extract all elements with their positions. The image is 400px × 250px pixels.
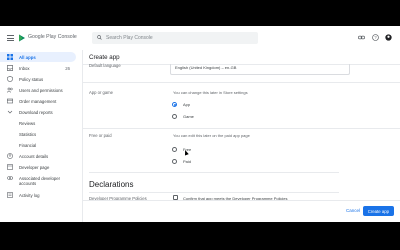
sidebar-item-label: Users and permissions: [19, 87, 63, 93]
sidebar-item-developer-page[interactable]: Developer page: [0, 162, 82, 172]
section-divider: [83, 128, 400, 129]
section-divider: [89, 172, 339, 173]
sidebar-item-inbox[interactable]: Inbox 26: [0, 63, 82, 73]
sidebar-item-label: Account details: [19, 153, 49, 159]
footer-bar: Cancel Create app: [83, 200, 400, 222]
shield-icon: [7, 76, 13, 82]
top-bar: Google Play Console Search Play Console …: [0, 26, 400, 51]
sidebar-item-label: Inbox: [19, 65, 30, 71]
paid-radio[interactable]: [172, 159, 177, 164]
search-placeholder: Search Play Console: [106, 35, 153, 41]
sidebar-item-associated-accounts[interactable]: Associated developer accounts: [0, 173, 82, 189]
app-radio-label: App: [183, 102, 191, 107]
default-language-value: English (United Kingdom) – en-GB: [175, 65, 237, 70]
free-or-paid-help: You can edit this later on the paid app …: [173, 133, 250, 138]
sidebar-item-label: Financial: [19, 142, 37, 148]
free-radio[interactable]: [172, 147, 177, 152]
sidebar-item-financial[interactable]: Financial: [0, 140, 82, 150]
sidebar-item-all-apps[interactable]: All apps: [0, 52, 76, 62]
people-icon: [7, 87, 13, 93]
create-app-button[interactable]: Create app: [362, 206, 394, 216]
app-window: Google Play Console Search Play Console …: [0, 26, 400, 222]
paid-radio-label: Paid: [183, 159, 192, 164]
sidebar-item-statistics[interactable]: Statistics: [0, 129, 82, 139]
search-icon: [97, 35, 102, 40]
link-icon[interactable]: [358, 34, 365, 41]
app-or-game-help: You can change this later in Store setti…: [173, 90, 248, 95]
app-radio[interactable]: [172, 102, 177, 107]
link-accounts-icon: [7, 176, 13, 180]
sidebar-item-order-management[interactable]: Order management: [0, 96, 82, 106]
sidebar-item-account-details[interactable]: Account details: [0, 151, 82, 161]
sidebar-item-download-reports[interactable]: Download reports: [0, 107, 82, 117]
brand-name: Google Play Console: [28, 34, 77, 40]
chevron-down-icon: [7, 110, 13, 114]
menu-icon[interactable]: [7, 35, 14, 41]
game-radio-label: Game: [183, 114, 194, 119]
free-or-paid-label: Free or paid: [89, 133, 112, 138]
sidebar-item-label: Reviews: [19, 120, 36, 126]
sidebar-item-label: Policy status: [19, 76, 44, 82]
sidebar-item-label: Activity log: [19, 192, 40, 198]
page-title: Create app: [89, 54, 120, 61]
sidebar-item-label: Associated developer accounts: [19, 175, 61, 186]
sidebar-item-label: Order management: [19, 98, 57, 104]
inbox-count-badge: 26: [65, 65, 70, 71]
grid-icon: [7, 54, 13, 60]
section-divider: [83, 82, 400, 83]
help-icon[interactable]: ?: [372, 34, 379, 41]
sidebar-item-policy-status[interactable]: Policy status: [0, 74, 82, 84]
sidebar-item-label: Download reports: [19, 109, 53, 115]
default-language-label: Default language: [89, 63, 121, 68]
cancel-button[interactable]: Cancel: [346, 208, 360, 213]
inbox-icon: [7, 65, 13, 71]
sidebar-item-reviews[interactable]: Reviews: [0, 118, 82, 128]
list-icon: [7, 192, 13, 198]
sidebar-item-label: All apps: [19, 54, 36, 60]
game-radio[interactable]: [172, 114, 177, 119]
declarations-heading: Declarations: [89, 180, 134, 189]
default-language-select[interactable]: English (United Kingdom) – en-GB: [170, 64, 350, 75]
sidebar-item-users-permissions[interactable]: Users and permissions: [0, 85, 82, 95]
section-divider: [89, 192, 339, 193]
account-avatar-icon[interactable]: [385, 34, 392, 41]
card-icon: [7, 98, 13, 104]
sidebar-item-label: Developer page: [19, 164, 50, 170]
play-console-logo: [19, 34, 25, 42]
main-content: Create app Default language English (Uni…: [83, 50, 400, 222]
svg-text:?: ?: [374, 35, 377, 40]
sidebar: All apps Inbox 26 Policy status Users an…: [0, 50, 83, 222]
page-icon: [7, 164, 13, 170]
app-or-game-label: App or game: [89, 90, 113, 95]
account-icon: [7, 153, 13, 159]
search-input[interactable]: Search Play Console: [92, 32, 258, 44]
sidebar-item-label: Statistics: [19, 131, 37, 137]
sidebar-item-activity-log[interactable]: Activity log: [0, 190, 82, 200]
